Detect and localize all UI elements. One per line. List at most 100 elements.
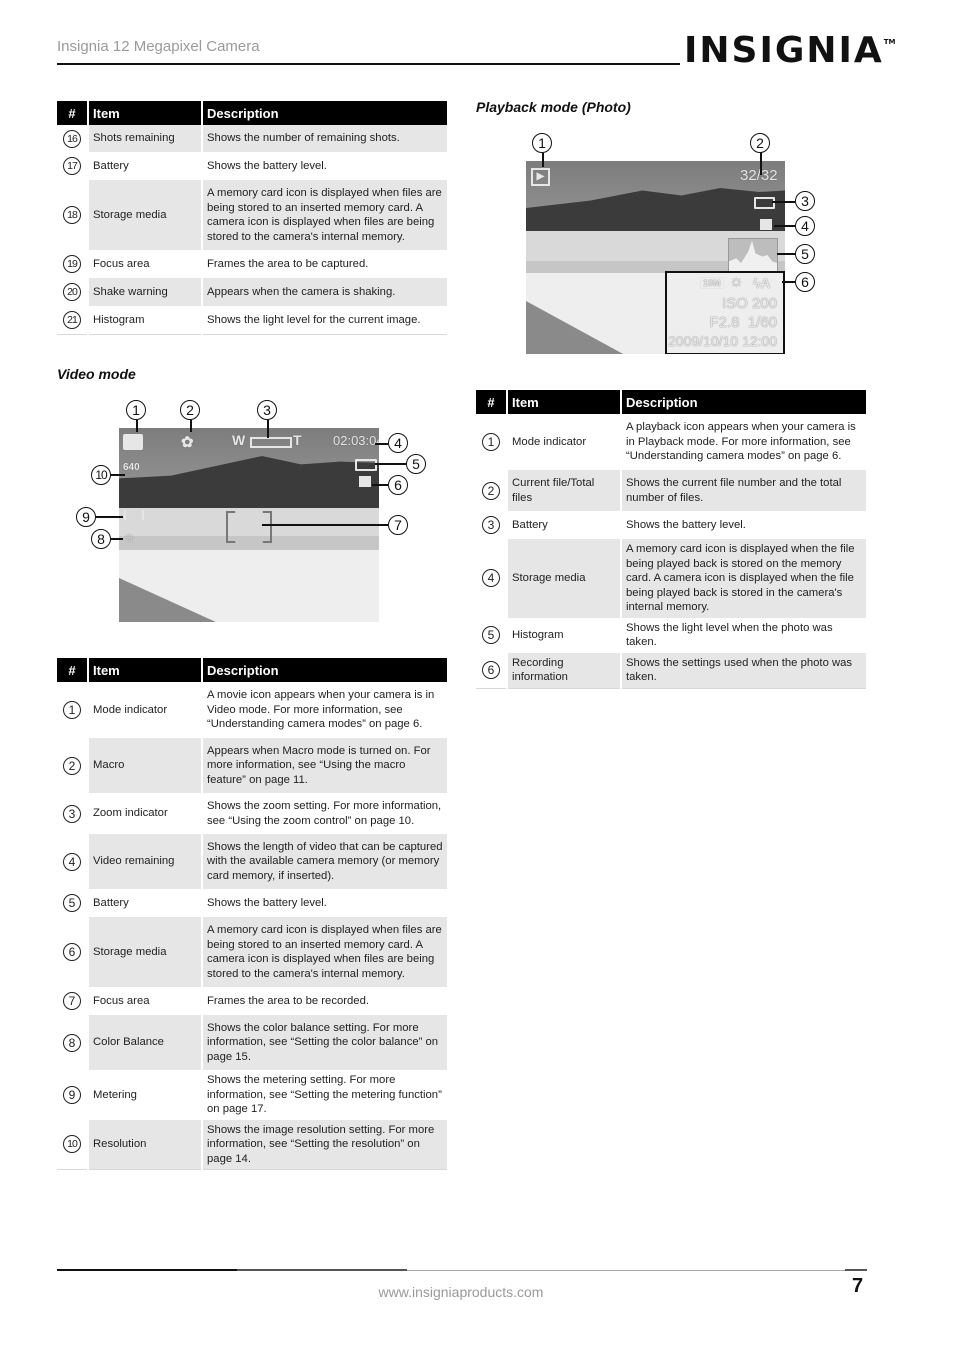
capture-datetime: 2009/10/10 12:00: [668, 333, 777, 349]
footer-url: www.insigniaproducts.com: [378, 1284, 544, 1300]
item-name: Metering: [87, 1070, 202, 1120]
table-continued: # Item Description 16 Shots remaining Sh…: [57, 101, 447, 335]
table-row: 4 Video remaining Shows the length of vi…: [57, 834, 447, 889]
callout-number: 20: [63, 283, 81, 301]
callout-number: 8: [63, 1033, 81, 1052]
callout-4: 4: [795, 216, 815, 236]
table-row: 3 Battery Shows the battery level.: [476, 511, 866, 539]
file-counter: 32/32: [740, 167, 778, 184]
item-name: Shake warning: [87, 278, 202, 306]
iso-value: ISO 200: [721, 295, 777, 312]
item-name: Macro: [87, 738, 202, 793]
item-description: Shows the image resolution setting. For …: [201, 1119, 447, 1170]
item-name: Color Balance: [87, 1015, 202, 1070]
callout-9: 9: [76, 507, 96, 527]
item-description: Shows the light level for the current im…: [201, 306, 447, 335]
table-row: 16 Shots remaining Shows the number of r…: [57, 125, 447, 152]
item-name: Battery: [87, 889, 202, 917]
logo-trademark: TM: [883, 38, 896, 46]
table-row: 8 Color Balance Shows the color balance …: [57, 1015, 447, 1070]
callout-number: 19: [63, 255, 81, 273]
item-name: Video remaining: [87, 834, 202, 889]
callout-number: 21: [63, 310, 81, 329]
playback-mode-icon: ▶: [531, 168, 550, 186]
callout-1: 1: [532, 133, 552, 153]
table-row: 18 Storage media A memory card icon is d…: [57, 180, 447, 250]
callout-number: 4: [482, 569, 500, 588]
item-description: Shows the battery level.: [620, 511, 866, 539]
zoom-bar: [250, 437, 292, 448]
table-row: 21 Histogram Shows the light level for t…: [57, 306, 447, 335]
item-description: Appears when Macro mode is turned on. Fo…: [201, 738, 447, 793]
col-description: Description: [201, 101, 447, 125]
callout-8: 8: [91, 529, 111, 549]
white-balance-icon: ☼: [729, 273, 744, 290]
callout-1: 1: [126, 400, 146, 420]
storage-icon: [359, 476, 371, 487]
item-name: Zoom indicator: [87, 793, 202, 834]
battery-icon: [355, 459, 377, 471]
battery-icon: [754, 197, 775, 209]
item-description: A movie icon appears when your camera is…: [201, 682, 447, 738]
playback-mode-screen: ▶ 32/32 10M ☼ ϟA ISO 200 F2.8 1/60 2009/…: [526, 161, 785, 354]
callout-number: 3: [482, 516, 500, 534]
table-row: 6 Recording information Shows the settin…: [476, 652, 866, 689]
col-item: Item: [87, 658, 202, 682]
footer-rule: [57, 1269, 237, 1271]
callout-number: 18: [63, 206, 81, 224]
item-name: Shots remaining: [87, 125, 202, 152]
item-name: Storage media: [506, 539, 621, 618]
item-name: Histogram: [87, 306, 202, 335]
table-row: 3 Zoom indicator Shows the zoom setting.…: [57, 793, 447, 834]
item-name: Focus area: [87, 250, 202, 278]
col-item: Item: [506, 390, 621, 414]
callout-number: 4: [63, 852, 81, 871]
callout-number: 5: [482, 626, 500, 644]
callout-number: 1: [482, 433, 500, 451]
col-num: #: [476, 390, 507, 414]
col-item: Item: [87, 101, 202, 125]
col-description: Description: [201, 658, 447, 682]
table-row: 19 Focus area Frames the area to be capt…: [57, 250, 447, 278]
table-row: 1 Mode indicator A playback icon appears…: [476, 414, 866, 470]
item-description: Shows the light level when the photo was…: [620, 617, 866, 653]
item-name: Resolution: [87, 1119, 202, 1170]
playback-mode-table: # Item Description 1 Mode indicator A pl…: [476, 390, 866, 689]
table-row: 2 Current file/Total files Shows the cur…: [476, 470, 866, 511]
item-name: Recording information: [506, 652, 621, 689]
item-description: Shows the zoom setting. For more informa…: [201, 793, 447, 834]
callout-6: 6: [388, 475, 408, 495]
callout-4: 4: [388, 433, 408, 453]
table-header: # Item Description: [57, 658, 447, 682]
table-row: 1 Mode indicator A movie icon appears wh…: [57, 682, 447, 738]
callout-7: 7: [388, 515, 408, 535]
callout-5: 5: [406, 454, 426, 474]
callout-number: 2: [63, 756, 81, 775]
insignia-logo: INSIGNIATM: [684, 30, 896, 71]
movie-mode-icon: [123, 434, 143, 450]
resolution-label: 640: [123, 462, 140, 473]
item-description: A memory card icon is displayed when the…: [620, 539, 866, 618]
item-description: Frames the area to be captured.: [201, 250, 447, 278]
table-row: 10 Resolution Shows the image resolution…: [57, 1119, 447, 1170]
header-rule: [57, 63, 680, 65]
size-badge: 10M: [700, 277, 724, 289]
item-name: Mode indicator: [87, 682, 202, 738]
table-row: 2 Macro Appears when Macro mode is turne…: [57, 738, 447, 793]
item-description: Shows the number of remaining shots.: [201, 125, 447, 152]
table-header: # Item Description: [57, 101, 447, 125]
logo-text: INSIGNIA: [684, 30, 884, 71]
callout-10: 10: [91, 465, 111, 485]
exposure-value: F2.8 1/60: [709, 314, 777, 331]
callout-number: 6: [63, 943, 81, 961]
table-row: 17 Battery Shows the battery level.: [57, 152, 447, 180]
item-description: Shows the battery level.: [201, 889, 447, 917]
item-name: Battery: [506, 511, 621, 539]
document-title: Insignia 12 Megapixel Camera: [57, 38, 260, 55]
item-description: Frames the area to be recorded.: [201, 987, 447, 1015]
callout-number: 7: [63, 992, 81, 1010]
table-row: 5 Battery Shows the battery level.: [57, 889, 447, 917]
callout-number: 3: [63, 804, 81, 823]
item-name: Battery: [87, 152, 202, 180]
table-row: 6 Storage media A memory card icon is di…: [57, 917, 447, 987]
